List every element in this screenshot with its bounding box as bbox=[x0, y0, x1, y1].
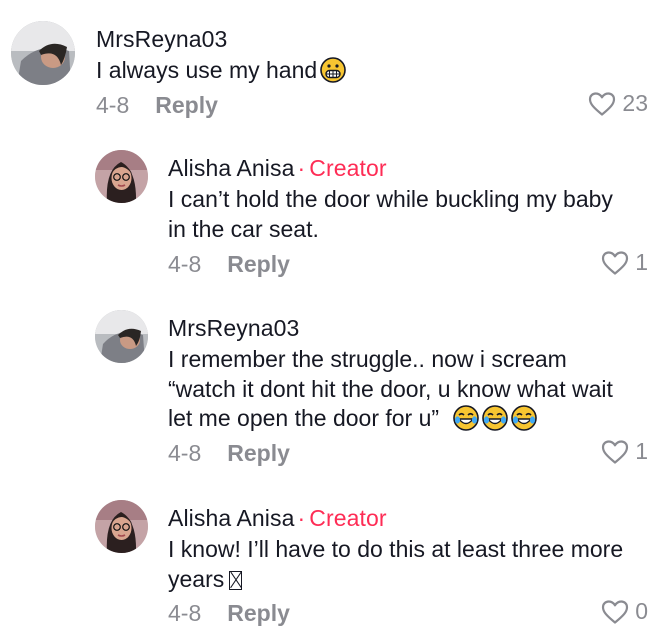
creator-separator: · bbox=[297, 155, 306, 181]
comment-username[interactable]: MrsReyna03 bbox=[96, 26, 227, 53]
comment-text: I can’t hold the door while buckling my … bbox=[168, 185, 613, 244]
comment-text-line-with-emoji: years bbox=[168, 565, 623, 595]
comment-meta: 4-8 Reply bbox=[168, 600, 290, 627]
like-button[interactable]: 23 bbox=[588, 90, 648, 117]
comment-text-line: I can’t hold the door while buckling my … bbox=[168, 186, 613, 212]
creator-badge: Creator bbox=[309, 505, 387, 531]
avatar[interactable] bbox=[95, 310, 148, 363]
comment-text-line: I remember the struggle.. now i scream bbox=[168, 346, 567, 372]
comment-text-line: let me open the door for u” bbox=[168, 405, 440, 431]
comment-text: I always use my hand bbox=[96, 56, 346, 86]
avatar-image bbox=[11, 21, 75, 85]
comment-date: 4-8 bbox=[96, 92, 130, 118]
heart-icon bbox=[602, 439, 629, 464]
like-count: 0 bbox=[635, 598, 648, 624]
like-count: 23 bbox=[622, 90, 648, 116]
comment-username: Alisha Anisa · Creator bbox=[168, 155, 387, 182]
comment-text-line-with-emoji: let me open the door for u” bbox=[168, 404, 613, 434]
tears-of-joy-emoji-icon bbox=[511, 405, 538, 431]
comment-text: I remember the struggle.. now i scream “… bbox=[168, 345, 613, 434]
comment-meta: 4-8 Reply bbox=[168, 440, 290, 467]
avatar-image bbox=[95, 310, 148, 363]
heart-icon bbox=[589, 91, 616, 116]
like-count: 1 bbox=[635, 438, 648, 464]
avatar-image bbox=[95, 150, 148, 203]
comment-username[interactable]: MrsReyna03 bbox=[168, 315, 299, 342]
username-link[interactable]: Alisha Anisa bbox=[168, 155, 295, 181]
comment-text-line: “watch it dont hit the door, u know what… bbox=[168, 375, 613, 402]
missing-glyph-icon bbox=[229, 570, 243, 590]
reply-button[interactable]: Reply bbox=[155, 92, 218, 118]
like-button[interactable]: 1 bbox=[601, 249, 648, 276]
heart-icon bbox=[602, 250, 629, 275]
comment-meta: 4-8 Reply bbox=[96, 92, 218, 119]
like-count: 1 bbox=[635, 249, 648, 275]
tears-of-joy-emoji-icon bbox=[453, 405, 480, 431]
avatar-image bbox=[95, 500, 148, 553]
avatar[interactable] bbox=[11, 21, 75, 85]
tears-of-joy-emoji-icon bbox=[482, 405, 509, 431]
comment-date: 4-8 bbox=[168, 600, 202, 626]
grimacing-emoji-icon bbox=[320, 57, 346, 83]
avatar[interactable] bbox=[95, 500, 148, 553]
reply-button[interactable]: Reply bbox=[227, 440, 290, 466]
like-button[interactable]: 1 bbox=[601, 438, 648, 465]
username-link[interactable]: Alisha Anisa bbox=[168, 505, 295, 531]
comment-text-line: years bbox=[168, 565, 225, 592]
like-button[interactable]: 0 bbox=[601, 598, 648, 625]
comment-text-line: in the car seat. bbox=[168, 215, 319, 242]
creator-badge: Creator bbox=[309, 155, 387, 181]
comment-meta: 4-8 Reply bbox=[168, 251, 290, 278]
comment-text-line: I always use my hand bbox=[96, 57, 318, 83]
reply-button[interactable]: Reply bbox=[227, 251, 290, 277]
heart-icon bbox=[602, 599, 629, 624]
comment-date: 4-8 bbox=[168, 440, 202, 466]
comment-username: Alisha Anisa · Creator bbox=[168, 505, 387, 532]
comment-text-line: I know! I’ll have to do this at least th… bbox=[168, 536, 624, 562]
comment-text: I know! I’ll have to do this at least th… bbox=[168, 535, 623, 594]
avatar[interactable] bbox=[95, 150, 148, 203]
comment-date: 4-8 bbox=[168, 251, 202, 277]
creator-separator: · bbox=[297, 505, 306, 531]
reply-button[interactable]: Reply bbox=[227, 600, 290, 626]
